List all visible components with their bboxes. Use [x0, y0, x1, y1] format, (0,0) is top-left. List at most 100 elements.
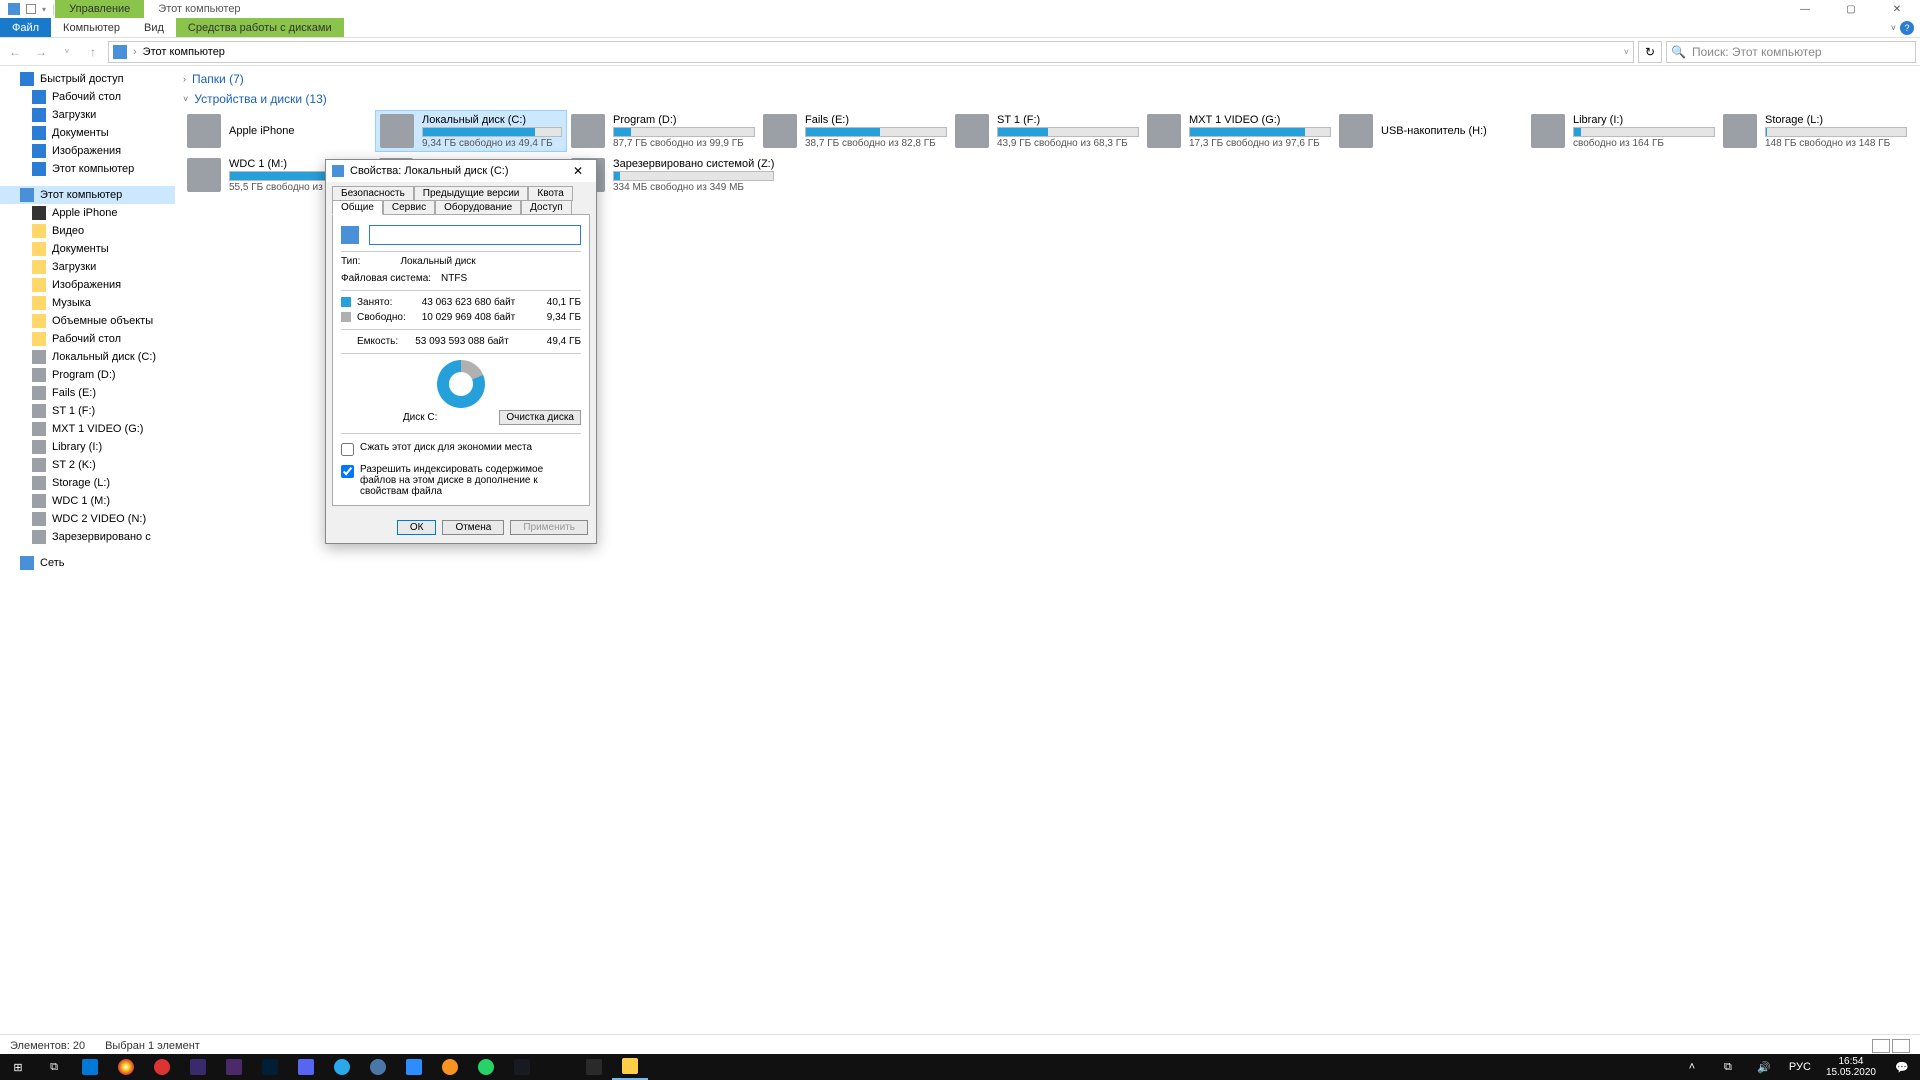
- tab-disk-tools[interactable]: Средства работы с дисками: [176, 18, 344, 37]
- taskbar-app[interactable]: [72, 1054, 108, 1080]
- nav-pc-item[interactable]: Объемные объекты: [0, 312, 175, 330]
- addr-dropdown-icon[interactable]: ˅: [1624, 47, 1629, 57]
- tray-lang[interactable]: РУС: [1782, 1054, 1818, 1080]
- drive-item[interactable]: USB-накопитель (H:): [1335, 110, 1527, 152]
- drive-label-input[interactable]: [369, 225, 581, 245]
- taskbar-explorer[interactable]: [612, 1054, 648, 1080]
- taskbar-app[interactable]: [468, 1054, 504, 1080]
- taskbar-app[interactable]: [504, 1054, 540, 1080]
- drive-item[interactable]: ST 1 (F:)43,9 ГБ свободно из 68,3 ГБ: [951, 110, 1143, 152]
- nav-pc-item[interactable]: Загрузки: [0, 258, 175, 276]
- tray-network-icon[interactable]: ⧉: [1710, 1054, 1746, 1080]
- nav-quick-access[interactable]: Быстрый доступ: [0, 70, 175, 88]
- dialog-tab[interactable]: Сервис: [383, 200, 435, 215]
- forward-button[interactable]: →: [30, 41, 52, 63]
- nav-quick-item[interactable]: Рабочий стол: [0, 88, 175, 106]
- view-large-button[interactable]: [1892, 1039, 1910, 1053]
- nav-pc-item[interactable]: Program (D:): [0, 366, 175, 384]
- tab-computer[interactable]: Компьютер: [51, 18, 132, 37]
- nav-network[interactable]: Сеть: [0, 554, 175, 572]
- minimize-button[interactable]: —: [1782, 0, 1828, 18]
- disk-cleanup-button[interactable]: Очистка диска: [499, 410, 581, 425]
- expand-ribbon-icon[interactable]: ˅: [1891, 23, 1896, 33]
- help-icon[interactable]: ?: [1900, 21, 1914, 35]
- breadcrumb[interactable]: Этот компьютер: [143, 46, 225, 58]
- drive-item[interactable]: Program (D:)87,7 ГБ свободно из 99,9 ГБ: [567, 110, 759, 152]
- dialog-tab[interactable]: Предыдущие версии: [414, 186, 529, 201]
- task-view-button[interactable]: ⧉: [36, 1054, 72, 1080]
- taskbar-app[interactable]: [180, 1054, 216, 1080]
- taskbar-app[interactable]: [432, 1054, 468, 1080]
- nav-pc-item[interactable]: Storage (L:): [0, 474, 175, 492]
- drive-item[interactable]: Library (I:)свободно из 164 ГБ: [1527, 110, 1719, 152]
- taskbar-app[interactable]: [396, 1054, 432, 1080]
- drive-item[interactable]: Fails (E:)38,7 ГБ свободно из 82,8 ГБ: [759, 110, 951, 152]
- dialog-tab[interactable]: Оборудование: [435, 200, 521, 215]
- recent-button[interactable]: ˅: [56, 41, 78, 63]
- nav-quick-item[interactable]: Загрузки: [0, 106, 175, 124]
- taskbar-app[interactable]: [216, 1054, 252, 1080]
- dialog-titlebar[interactable]: Свойства: Локальный диск (C:) ✕: [326, 160, 596, 182]
- drive-item[interactable]: Apple iPhone: [183, 110, 375, 152]
- search-input[interactable]: 🔍 Поиск: Этот компьютер: [1666, 41, 1916, 63]
- address-input[interactable]: › Этот компьютер ˅: [108, 41, 1634, 63]
- nav-pc-item[interactable]: Музыка: [0, 294, 175, 312]
- qa-icon[interactable]: [26, 4, 36, 14]
- tray-overflow-icon[interactable]: ˄: [1674, 1054, 1710, 1080]
- section-devices[interactable]: ˅Устройства и диски (13): [183, 90, 1912, 106]
- taskbar-app[interactable]: [360, 1054, 396, 1080]
- ok-button[interactable]: ОК: [397, 520, 437, 535]
- nav-pc-item[interactable]: Fails (E:): [0, 384, 175, 402]
- nav-pc-item[interactable]: Apple iPhone: [0, 204, 175, 222]
- nav-quick-item[interactable]: Документы: [0, 124, 175, 142]
- tray-clock[interactable]: 16:54 15.05.2020: [1818, 1056, 1884, 1078]
- cancel-button[interactable]: Отмена: [442, 520, 504, 535]
- taskbar-app[interactable]: [288, 1054, 324, 1080]
- nav-pc-item[interactable]: WDC 2 VIDEO (N:): [0, 510, 175, 528]
- tab-file[interactable]: Файл: [0, 18, 51, 37]
- nav-pc-item[interactable]: Изображения: [0, 276, 175, 294]
- nav-pc-item[interactable]: Зарезервировано с: [0, 528, 175, 546]
- taskbar-app[interactable]: [252, 1054, 288, 1080]
- nav-pc-item[interactable]: MXT 1 VIDEO (G:): [0, 420, 175, 438]
- refresh-button[interactable]: ↻: [1638, 41, 1662, 63]
- nav-pc-item[interactable]: ST 2 (K:): [0, 456, 175, 474]
- dialog-tab[interactable]: Безопасность: [332, 186, 414, 201]
- nav-quick-item[interactable]: Изображения: [0, 142, 175, 160]
- nav-pc-item[interactable]: Видео: [0, 222, 175, 240]
- dialog-close-button[interactable]: ✕: [566, 164, 590, 178]
- nav-pc-item[interactable]: Рабочий стол: [0, 330, 175, 348]
- apply-button[interactable]: Применить: [510, 520, 588, 535]
- nav-this-pc[interactable]: Этот компьютер: [0, 186, 175, 204]
- dialog-tab[interactable]: Общие: [332, 200, 383, 215]
- start-button[interactable]: ⊞: [0, 1054, 36, 1080]
- taskbar-app[interactable]: [540, 1054, 576, 1080]
- compress-checkbox[interactable]: Сжать этот диск для экономии места: [341, 442, 581, 456]
- nav-pc-item[interactable]: Локальный диск (C:): [0, 348, 175, 366]
- nav-pc-item[interactable]: ST 1 (F:): [0, 402, 175, 420]
- taskbar-app[interactable]: [324, 1054, 360, 1080]
- taskbar-app[interactable]: [108, 1054, 144, 1080]
- nav-quick-item[interactable]: Этот компьютер: [0, 160, 175, 178]
- maximize-button[interactable]: ▢: [1828, 0, 1874, 18]
- tray-volume-icon[interactable]: 🔊: [1746, 1054, 1782, 1080]
- nav-pc-item[interactable]: WDC 1 (M:): [0, 492, 175, 510]
- taskbar-app[interactable]: [576, 1054, 612, 1080]
- ribbon-context-tab[interactable]: Управление: [55, 0, 144, 18]
- drive-item[interactable]: Storage (L:)148 ГБ свободно из 148 ГБ: [1719, 110, 1911, 152]
- view-details-button[interactable]: [1872, 1039, 1890, 1053]
- drive-item[interactable]: MXT 1 VIDEO (G:)17,3 ГБ свободно из 97,6…: [1143, 110, 1335, 152]
- close-button[interactable]: ✕: [1874, 0, 1920, 18]
- tab-view[interactable]: Вид: [132, 18, 176, 37]
- back-button[interactable]: ←: [4, 41, 26, 63]
- taskbar-app[interactable]: [144, 1054, 180, 1080]
- dialog-tab[interactable]: Квота: [528, 186, 572, 201]
- dialog-tab[interactable]: Доступ: [521, 200, 572, 215]
- nav-pc-item[interactable]: Документы: [0, 240, 175, 258]
- up-button[interactable]: ↑: [82, 41, 104, 63]
- index-checkbox[interactable]: Разрешить индексировать содержимое файло…: [341, 464, 581, 497]
- section-folders[interactable]: ›Папки (7): [183, 70, 1912, 86]
- nav-pc-item[interactable]: Library (I:): [0, 438, 175, 456]
- qa-dropdown-icon[interactable]: ▾: [42, 5, 46, 14]
- tray-notifications-icon[interactable]: 💬: [1884, 1054, 1920, 1080]
